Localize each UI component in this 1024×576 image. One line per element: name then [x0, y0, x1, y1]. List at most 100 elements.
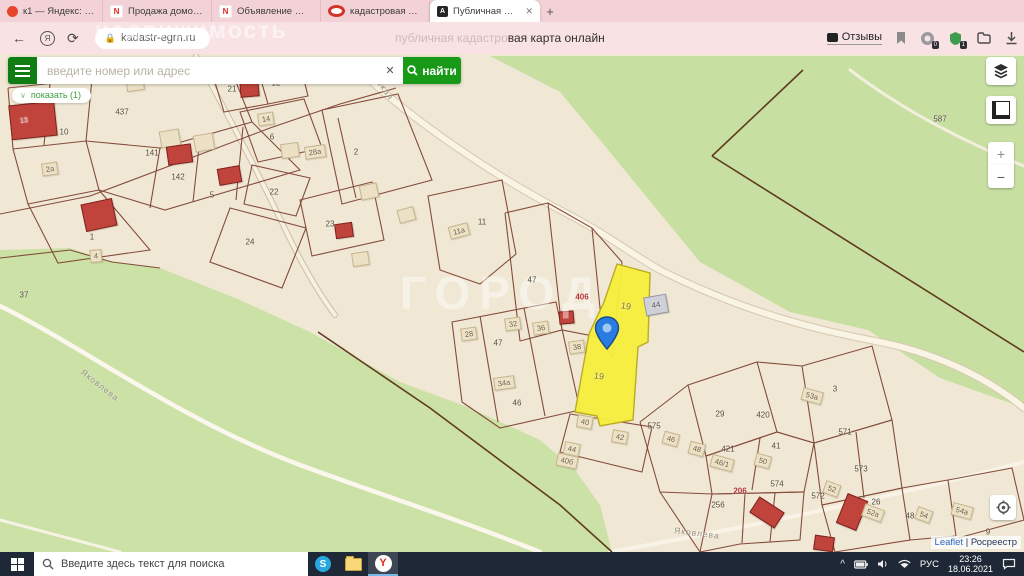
parcel-label: 38 [568, 339, 586, 354]
address-bar[interactable]: 🔒 kadastr-egrn.ru [95, 28, 210, 49]
parcel-label: 36 [532, 320, 550, 335]
yandex-circle-icon[interactable]: Я [40, 31, 55, 46]
windows-logo-icon [11, 558, 24, 571]
parcel-label: 575 [647, 422, 660, 431]
parcel-label: 406 [575, 293, 588, 302]
zoom-out-button[interactable]: − [988, 165, 1014, 188]
taskbar-skype-icon[interactable]: S [308, 552, 338, 576]
parcel-label: 22 [270, 188, 279, 197]
tab-label: Объявление №73188830 [237, 6, 313, 17]
parcel-label: 437 [115, 108, 128, 117]
parcel-label: 421 [721, 445, 734, 454]
reviews-button[interactable]: Отзывы [827, 31, 882, 45]
extension-badge: 0 [932, 41, 939, 49]
tab-kadastrovaya-karta[interactable]: кадастровая карта новос [321, 0, 430, 22]
parcel-label: 142 [171, 173, 184, 182]
collections-icon[interactable] [976, 31, 992, 45]
back-icon[interactable]: ← [12, 30, 26, 46]
building [334, 222, 354, 239]
language-indicator[interactable]: РУС [920, 559, 939, 570]
tab-publichnaya-kadastrovaya-active[interactable]: А Публичная кадастрова ✕ [430, 0, 540, 22]
extension-icon-2[interactable]: 1 [948, 31, 963, 46]
parcel-label: 587 [933, 115, 946, 124]
parcel-label: 46 [513, 399, 522, 408]
tab-obyavlenie[interactable]: N Объявление №73188830 [212, 0, 321, 22]
parcel-label: 574 [770, 480, 783, 489]
taskbar-search-box[interactable]: Введите здесь текст для поиска [34, 552, 308, 576]
measure-area-button[interactable] [986, 96, 1016, 124]
action-center-icon[interactable] [1002, 558, 1016, 570]
search-input[interactable] [37, 57, 377, 84]
parcel-label: 1 [90, 233, 94, 242]
clear-search-icon[interactable]: ✕ [377, 57, 403, 84]
search-icon [407, 65, 418, 76]
menu-button[interactable] [8, 57, 37, 84]
ring-favicon [328, 5, 345, 17]
parcel-label: 47 [494, 339, 503, 348]
parcel-label: 37 [20, 291, 29, 300]
tab-label: к1 — Яндекс: нашлось 27 [23, 6, 95, 17]
reload-icon[interactable]: ⟳ [67, 30, 79, 47]
toolbar-right-icons: Отзывы 0 1 [827, 22, 1018, 54]
url-text: kadastr-egrn.ru [121, 32, 196, 44]
parcel-label: 24 [246, 238, 255, 247]
parcel-label: 256 [711, 501, 724, 510]
parcel-label: 141 [145, 149, 158, 158]
tab-label: Публичная кадастрова [453, 6, 517, 17]
parcel-label: 2 [354, 148, 358, 157]
tray-chevron-icon[interactable]: ^ [840, 559, 845, 570]
tab-prodazha-domov[interactable]: N Продажа домов, коттедж [103, 0, 212, 22]
extension-icon-1[interactable]: 0 [920, 31, 935, 46]
yandex-favicon [7, 6, 18, 17]
parcel-label: 14 [257, 111, 275, 126]
system-tray: ^ РУС 23:26 18.06.2021 [840, 554, 1024, 574]
building [813, 535, 835, 552]
find-button[interactable]: найти [403, 57, 461, 84]
start-button[interactable] [0, 552, 34, 576]
show-results-button[interactable]: ∨ показать (1) [12, 88, 91, 103]
parcel-label: 11 [478, 218, 486, 227]
battery-icon[interactable] [854, 560, 868, 569]
parcel-label: 6 [270, 133, 274, 142]
settings-button[interactable] [990, 495, 1016, 520]
parcel-label: 5 [210, 191, 214, 200]
parcel-label: 23 [326, 220, 335, 229]
wifi-icon[interactable] [898, 559, 911, 569]
parcel-label: 19 [620, 300, 631, 311]
building [351, 251, 370, 267]
parcel-label: 2а [41, 161, 59, 176]
tab-yandex-search[interactable]: к1 — Яндекс: нашлось 27 [0, 0, 103, 22]
taskbar-explorer-icon[interactable] [338, 552, 368, 576]
building [558, 310, 574, 324]
parcel-label: 3 [833, 385, 837, 394]
parcel-label: 32 [504, 316, 522, 331]
tab-label: Продажа домов, коттедж [128, 6, 204, 17]
parcel-label: 19 [593, 370, 604, 381]
zoom-in-button[interactable]: + [988, 142, 1014, 166]
page-title-overlay: публичная кадастровая карта онлайн [395, 31, 605, 45]
parcel-label: 571 [838, 428, 851, 437]
windows-taskbar: Введите здесь текст для поиска S Y ^ РУС… [0, 552, 1024, 576]
new-tab-button[interactable]: + [540, 0, 560, 22]
bookmark-icon[interactable] [895, 31, 907, 45]
download-icon[interactable] [1005, 31, 1018, 45]
screen: к1 — Яндекс: нашлось 27 N Продажа домов,… [0, 0, 1024, 576]
cadastral-map[interactable]: 43710132а1411425211214628а22223241437111… [0, 54, 1024, 552]
taskbar-clock[interactable]: 23:26 18.06.2021 [948, 554, 993, 574]
taskbar-yandex-browser-icon[interactable]: Y [368, 552, 398, 576]
pkk-favicon: А [437, 6, 448, 17]
greenery-top-right [490, 56, 1024, 408]
n1-favicon: N [110, 5, 123, 18]
parcel-label: 48 [906, 512, 915, 521]
layers-icon [993, 63, 1009, 79]
speech-bubble-icon [827, 33, 838, 42]
parcel-label: 42 [611, 429, 629, 445]
leaflet-link[interactable]: Leaflet [935, 537, 964, 548]
n1-favicon: N [219, 5, 232, 18]
speaker-icon[interactable] [877, 559, 889, 569]
tab-label: кадастровая карта новос [350, 6, 422, 17]
parcel-label: 21 [228, 85, 237, 94]
map-pin[interactable] [594, 316, 620, 350]
tab-close-icon[interactable]: ✕ [525, 6, 533, 17]
layers-button[interactable] [986, 57, 1016, 85]
